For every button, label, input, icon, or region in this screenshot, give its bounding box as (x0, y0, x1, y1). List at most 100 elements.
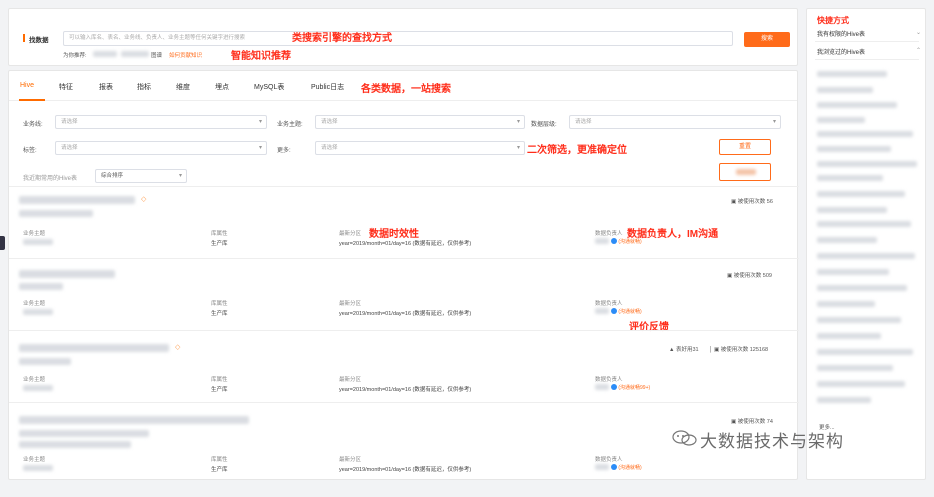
recommend-graph[interactable]: 图谱 (151, 51, 162, 59)
recommend-item-blurred[interactable] (121, 51, 149, 57)
usage-icon: ▣ (731, 419, 738, 425)
business-topic-select[interactable]: 请选择 ▾ (315, 115, 525, 129)
im-icon[interactable] (610, 384, 617, 391)
browsed-item-blurred[interactable] (817, 285, 907, 291)
browsed-item-blurred[interactable] (817, 317, 901, 323)
watermark-text: 大数据技术与架构 (700, 432, 844, 451)
secondary-button[interactable] (719, 163, 771, 181)
recommend-prefix: 为你推荐: (63, 53, 87, 59)
im-link[interactable]: (沟通就畅) (618, 239, 641, 245)
browsed-item-blurred[interactable] (817, 221, 911, 227)
like-count[interactable]: ▲ 表好用31 (669, 345, 699, 353)
im-link[interactable]: (沟通就畅) (618, 309, 641, 315)
label-marker (23, 34, 25, 42)
im-icon[interactable] (610, 308, 617, 315)
result-row[interactable]: ◇ ▲ 表好用31 │ ▣ 被使用次数 125168 业务主题 库属性 生产库 … (9, 330, 799, 402)
partition-value: year=2019/month=01/day=16 (数据有延迟，仅供参考) (339, 387, 472, 393)
more-select[interactable]: 请选择 ▾ (315, 141, 525, 155)
browsed-item-blurred[interactable] (817, 87, 873, 93)
table-desc-blurred (19, 283, 63, 290)
tab-feature[interactable]: 特征 (59, 82, 73, 92)
browsed-item-blurred[interactable] (817, 146, 891, 152)
owner-info[interactable]: (沟通就畅99+) (595, 384, 650, 391)
browsed-item-blurred[interactable] (817, 207, 887, 213)
browsed-item-blurred[interactable] (817, 191, 905, 197)
owner-info[interactable]: (沟通就畅) (595, 464, 642, 471)
db-attr-value: 生产库 (211, 241, 228, 247)
browsed-item-blurred[interactable] (817, 397, 871, 403)
tab-dimension[interactable]: 维度 (176, 82, 190, 92)
tab-mysql[interactable]: MySQL表 (254, 82, 284, 92)
filter-label-business-line: 业务线: (23, 122, 43, 128)
data-layer-select[interactable]: 请选择 ▾ (569, 115, 781, 129)
owner-info[interactable]: (沟通就畅) (595, 238, 642, 245)
search-label: 找数据 (29, 37, 49, 44)
browsed-item-blurred[interactable] (817, 161, 917, 167)
browsed-item-blurred[interactable] (817, 253, 915, 259)
tag-select[interactable]: 请选择 ▾ (55, 141, 267, 155)
browsed-item-blurred[interactable] (817, 117, 865, 123)
im-link[interactable]: (沟通就畅) (618, 465, 641, 471)
chevron-down-icon: ▾ (516, 145, 520, 151)
business-line-select[interactable]: 请选择 ▾ (55, 115, 267, 129)
db-attr-label: 库属性 (211, 231, 228, 237)
im-link[interactable]: (沟通就畅99+) (618, 385, 650, 391)
result-row[interactable]: ◇ ▣ 被使用次数 56 业务主题 库属性 生产库 最新分区 数据时效性 yea… (9, 186, 799, 258)
browsed-item-blurred[interactable] (817, 269, 889, 275)
tab-report[interactable]: 报表 (99, 82, 113, 92)
browsed-item-blurred[interactable] (817, 333, 881, 339)
wechat-icon (672, 430, 697, 446)
browsed-item-blurred[interactable] (817, 102, 897, 108)
usage-count: ▣ 被使用次数 509 (727, 273, 772, 279)
chevron-up-icon: ⌃ (915, 48, 921, 54)
browsed-item-blurred[interactable] (817, 349, 913, 355)
tab-tracking[interactable]: 埋点 (215, 82, 229, 92)
table-name-blurred[interactable] (19, 196, 135, 204)
table-desc-blurred (19, 358, 71, 365)
biz-topic-value-blurred (23, 239, 53, 245)
sidebar-item-permitted-hive[interactable]: 我有权限的Hive表 ⌄ (817, 29, 921, 38)
contribute-link[interactable]: 如何贡献知识 (169, 51, 202, 59)
table-name-blurred[interactable] (19, 344, 169, 352)
owner-label: 数据负责人 (595, 377, 623, 383)
divider (815, 59, 919, 60)
recommend-item-blurred[interactable] (93, 51, 117, 57)
table-desc-blurred (19, 430, 149, 437)
table-name-blurred[interactable] (19, 416, 249, 424)
browsed-item-blurred[interactable] (817, 365, 893, 371)
db-attr-value: 生产库 (211, 387, 228, 393)
tabs-annotation: 各类数据，一站搜索 (361, 84, 451, 95)
search-input[interactable]: 可以输入库名、表名、业务线、负责人、业务主题等任何关键字进行搜索 (63, 31, 733, 46)
biz-topic-label: 业务主题 (23, 377, 46, 383)
recommend-annotation: 智能知识推荐 (231, 51, 291, 62)
partition-label: 最新分区 (339, 301, 362, 307)
reset-button[interactable]: 重置 (719, 139, 771, 155)
browsed-item-blurred[interactable] (817, 237, 877, 243)
browsed-item-blurred[interactable] (817, 131, 913, 137)
owner-label: 数据负责人 (595, 231, 623, 237)
sidebar-item-browsed-hive[interactable]: 我浏览过的Hive表 ⌃ (817, 47, 921, 56)
im-icon[interactable] (610, 238, 617, 245)
tab-hive[interactable]: Hive (20, 82, 34, 89)
thumbs-up-icon: ▲ (669, 347, 676, 353)
owner-info[interactable]: (沟通就畅) (595, 308, 642, 315)
search-button[interactable]: 搜索 (744, 32, 790, 47)
table-name-blurred[interactable] (19, 270, 115, 278)
collapse-handle[interactable] (0, 236, 5, 250)
partition-label: 最新分区 (339, 457, 362, 463)
usage-icon: ▣ (731, 199, 738, 205)
tab-metric[interactable]: 指标 (137, 82, 151, 92)
browsed-item-blurred[interactable] (817, 175, 883, 181)
sort-select[interactable]: 综合排序 ▾ (95, 169, 187, 183)
result-row[interactable]: ▣ 被使用次数 509 业务主题 库属性 生产库 最新分区 year=2019/… (9, 258, 799, 333)
browsed-item-blurred[interactable] (817, 301, 875, 307)
divider (815, 41, 919, 42)
biz-topic-value-blurred (23, 385, 53, 391)
im-icon[interactable] (610, 464, 617, 471)
browsed-item-blurred[interactable] (817, 381, 905, 387)
tab-public-log[interactable]: Public日志 (311, 82, 344, 92)
partition-label: 最新分区 (339, 231, 362, 237)
browsed-item-blurred[interactable] (817, 71, 887, 77)
owner-name-blurred (595, 308, 609, 315)
main-panel: Hive 特征 报表 指标 维度 埋点 MySQL表 Public日志 各类数据… (8, 70, 799, 480)
